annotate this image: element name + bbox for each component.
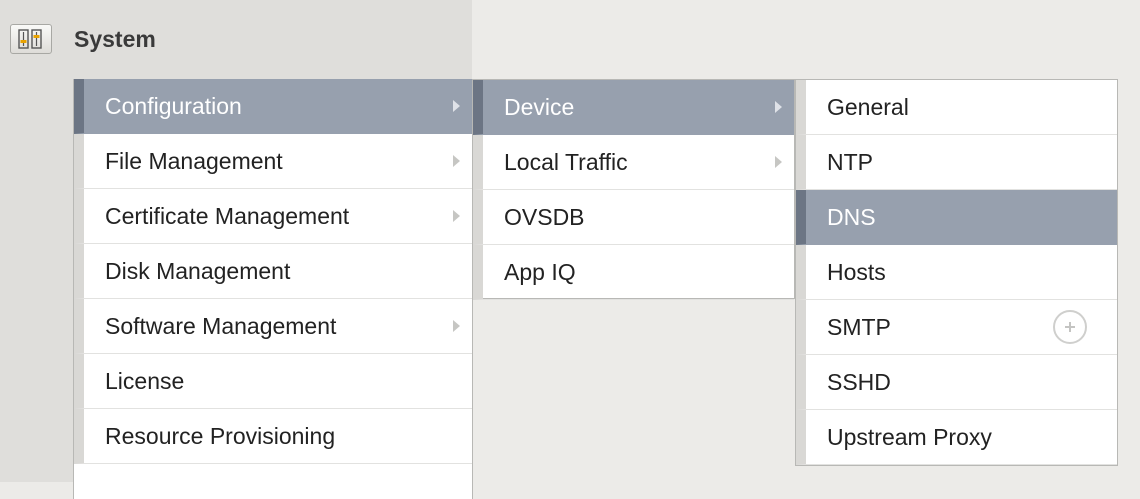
menu-item-label: Software Management <box>105 312 337 339</box>
chevron-right-icon <box>453 155 460 167</box>
sliders-icon <box>18 29 42 49</box>
configuration-menu-item-configuration[interactable]: Configuration <box>74 79 472 134</box>
menu-item-label: Resource Provisioning <box>105 422 336 449</box>
chevron-right-icon <box>453 320 460 332</box>
device-menu-item-device[interactable]: Device <box>473 80 794 135</box>
device-items-submenu: General NTP DNS Hosts SMTP SSHD Upstream Proxy <box>795 79 1118 466</box>
menu-item-label: SMTP <box>827 313 891 340</box>
configuration-menu-item-license[interactable]: License <box>74 354 472 409</box>
chevron-right-icon <box>453 100 460 112</box>
configuration-menu-item-disk-management[interactable]: Disk Management <box>74 244 472 299</box>
system-icon[interactable] <box>10 24 52 54</box>
menu-item-label: Hosts <box>827 258 886 285</box>
device-submenu-item-dns[interactable]: DNS <box>796 190 1117 245</box>
device-menu-item-app-iq[interactable]: App IQ <box>473 245 794 300</box>
menu-item-label: Device <box>504 93 575 120</box>
menu-item-label: License <box>105 367 185 394</box>
device-submenu: Device Local Traffic OVSDB App IQ <box>473 79 795 300</box>
menu-item-label: OVSDB <box>504 203 585 230</box>
configuration-menu-item-certificate-management[interactable]: Certificate Management <box>74 189 472 244</box>
system-header[interactable]: System <box>10 22 156 56</box>
configuration-menu: Configuration File Management Certificate … <box>73 79 473 499</box>
menu-item-label: Local Traffic <box>504 148 628 175</box>
device-submenu-item-smtp[interactable]: SMTP <box>796 300 1117 355</box>
menu-item-label: Upstream Proxy <box>827 423 992 450</box>
menu-item-label: Configuration <box>105 92 242 119</box>
chevron-right-icon <box>453 210 460 222</box>
menu-item-label: General <box>827 93 909 120</box>
menu-item-label: Certificate Management <box>105 202 350 229</box>
chevron-right-icon <box>775 101 782 113</box>
menu-item-label: NTP <box>827 148 873 175</box>
device-submenu-item-ntp[interactable]: NTP <box>796 135 1117 190</box>
configuration-menu-item-software-management[interactable]: Software Management <box>74 299 472 354</box>
menu-item-label: File Management <box>105 147 283 174</box>
configuration-menu-item-resource-provisioning[interactable]: Resource Provisioning <box>74 409 472 464</box>
menu-item-label: Disk Management <box>105 257 291 284</box>
device-submenu-item-sshd[interactable]: SSHD <box>796 355 1117 410</box>
device-submenu-item-hosts[interactable]: Hosts <box>796 245 1117 300</box>
device-menu-item-local-traffic[interactable]: Local Traffic <box>473 135 794 190</box>
device-menu-item-ovsdb[interactable]: OVSDB <box>473 190 794 245</box>
configuration-menu-item-file-management[interactable]: File Management <box>74 134 472 189</box>
system-title[interactable]: System <box>74 26 156 53</box>
device-submenu-item-upstream-proxy[interactable]: Upstream Proxy <box>796 410 1117 465</box>
add-circle-icon[interactable] <box>1053 310 1087 344</box>
menu-item-label: DNS <box>827 203 876 230</box>
device-submenu-item-general[interactable]: General <box>796 80 1117 135</box>
menu-item-label: SSHD <box>827 368 891 395</box>
menu-item-label: App IQ <box>504 258 576 285</box>
chevron-right-icon <box>775 156 782 168</box>
